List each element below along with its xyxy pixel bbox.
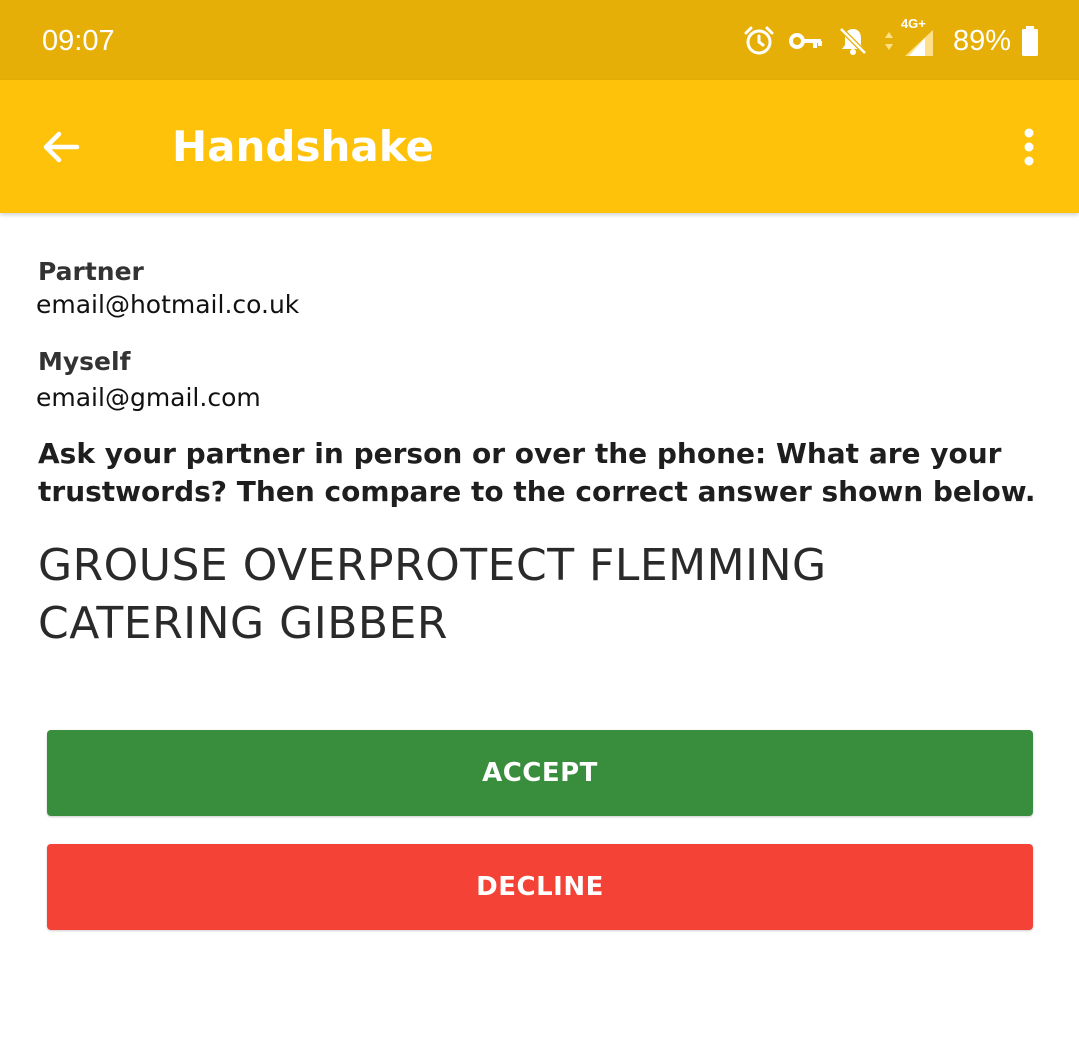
page-title: Handshake	[172, 122, 434, 171]
myself-email: email@gmail.com	[36, 383, 261, 412]
back-button[interactable]	[30, 116, 92, 178]
data-arrows-icon	[883, 29, 895, 53]
instructions-text: Ask your partner in person or over the p…	[38, 437, 1036, 508]
partner-label: Partner	[38, 257, 144, 286]
notifications-off-icon	[837, 25, 869, 57]
accept-button[interactable]: ACCEPT	[47, 730, 1033, 816]
arrow-back-icon	[43, 131, 80, 163]
alarm-icon	[743, 25, 775, 57]
more-vert-icon	[1024, 128, 1034, 166]
decline-button[interactable]: DECLINE	[47, 844, 1033, 930]
overflow-menu-button[interactable]	[1009, 116, 1049, 178]
trustwords: GROUSE OVERPROTECT FLEMMING CATERING GIB…	[38, 540, 827, 649]
battery-percent: 89%	[952, 24, 1011, 57]
app-bar: Handshake	[0, 80, 1079, 213]
status-time: 09:07	[42, 25, 115, 57]
signal-icon: 4G+	[899, 16, 935, 58]
partner-email: email@hotmail.co.uk	[36, 290, 300, 319]
network-type: 4G+	[900, 16, 926, 31]
status-bar: 09:07 4G+ 89%	[0, 0, 1079, 80]
status-icons: 4G+ 89%	[743, 16, 1039, 62]
battery-icon	[1021, 26, 1039, 56]
vpn-key-icon	[788, 29, 823, 53]
myself-label: Myself	[38, 347, 131, 376]
